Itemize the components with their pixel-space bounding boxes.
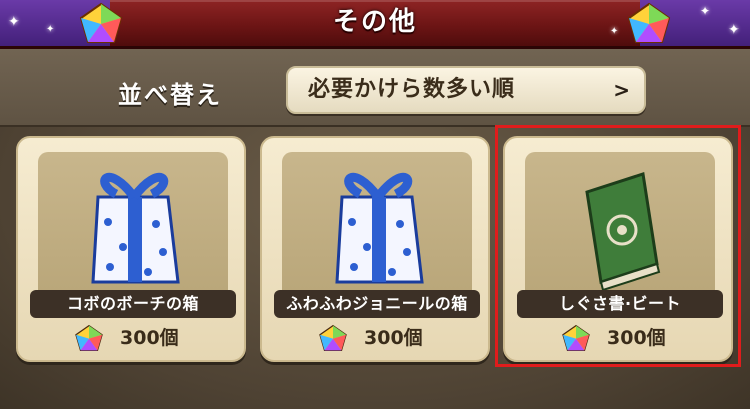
item-image-frame [282,152,472,300]
item-price: 300個 [18,322,248,354]
sort-order-value: 必要かけら数多い順 [308,77,516,102]
shop-item-card[interactable]: コボのボーチの箱 300個 [16,136,246,362]
item-price-text: 300個 [120,327,179,349]
item-name: コボのボーチの箱 [30,290,236,318]
item-image-frame [38,152,228,300]
sort-order-button[interactable]: 必要かけら数多い順 > [286,66,646,114]
blue-gift-box-icon [335,172,424,284]
item-name: ふわふわジョニールの箱 [274,290,480,318]
sort-label: 並べ替え [118,81,222,109]
rainbow-gem-icon [319,324,347,352]
chevron-right-icon: > [613,78,630,102]
blue-gift-box-icon [91,172,180,284]
item-price-text: 300個 [364,327,423,349]
page-title: その他 [332,7,417,37]
selection-highlight [495,125,741,367]
rainbow-gem-icon [75,324,103,352]
item-price: 300個 [262,322,492,354]
shop-item-card[interactable]: ふわふわジョニールの箱 300個 [260,136,490,362]
header-bar: ✦ ✦ ✦ ✦ ✦ その他 [0,0,750,49]
